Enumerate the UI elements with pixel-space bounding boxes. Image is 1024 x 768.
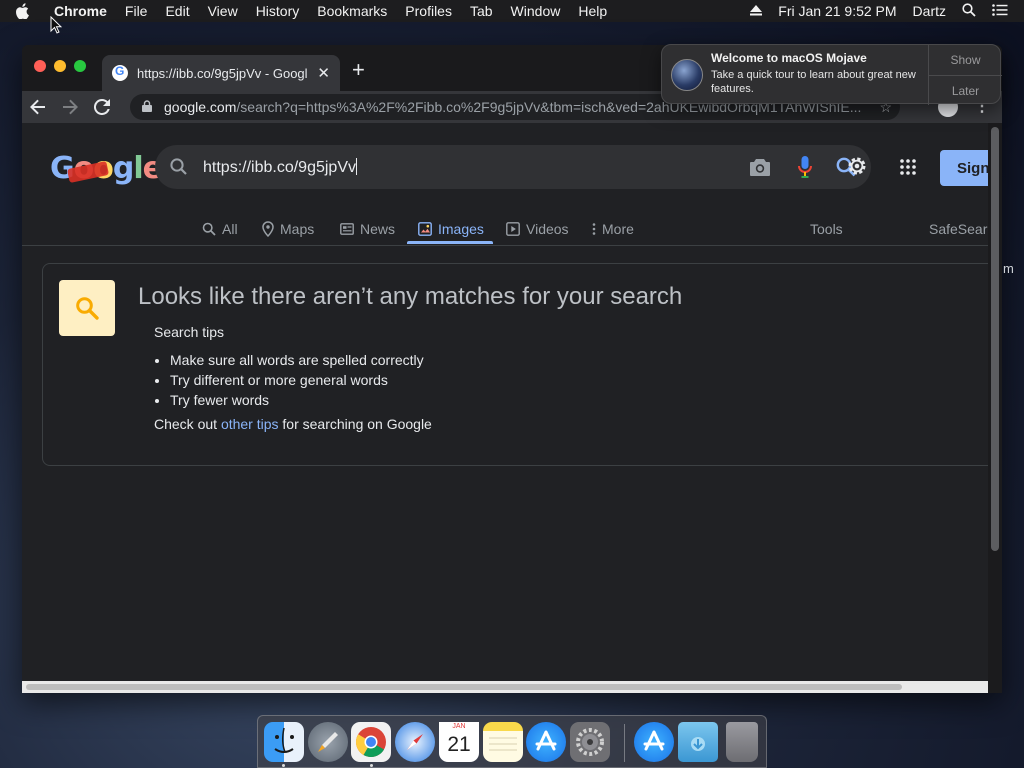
menu-profiles[interactable]: Profiles	[396, 0, 461, 22]
tab-more-label: More	[602, 221, 634, 237]
url-host: google.com	[164, 99, 237, 115]
system-preferences-icon[interactable]	[570, 722, 610, 762]
dock: JAN 21	[257, 715, 767, 768]
tab-all-label: All	[222, 221, 238, 237]
minimize-window-button[interactable]	[54, 60, 66, 72]
vertical-scrollbar[interactable]	[988, 123, 1002, 693]
image-icon	[418, 222, 432, 236]
notification-later-button[interactable]: Later	[929, 75, 1002, 105]
active-tab-indicator	[407, 241, 493, 244]
sign-in-button[interactable]: Sign	[940, 150, 988, 186]
menu-user[interactable]: Dartz	[905, 3, 954, 19]
search-tip-item: Make sure all words are spelled correctl…	[170, 350, 424, 370]
reload-button[interactable]	[86, 91, 118, 123]
forward-button[interactable]	[54, 91, 86, 123]
zoom-window-button[interactable]	[74, 60, 86, 72]
tab-videos[interactable]: Videos	[506, 213, 569, 245]
menu-bar: Chrome File Edit View History Bookmarks …	[0, 0, 1024, 22]
menu-bookmarks[interactable]: Bookmarks	[308, 0, 396, 22]
map-pin-icon	[262, 221, 274, 237]
window-controls	[34, 60, 86, 72]
app-store-icon[interactable]	[526, 722, 566, 762]
other-tips-link[interactable]: other tips	[221, 416, 279, 432]
menu-help[interactable]: Help	[569, 0, 616, 22]
google-logo[interactable]: Google	[50, 151, 163, 186]
search-by-image-camera-icon[interactable]	[749, 157, 771, 182]
apple-menu-icon[interactable]	[0, 3, 46, 19]
menu-history[interactable]: History	[247, 0, 309, 22]
menu-edit[interactable]: Edit	[156, 0, 198, 22]
app-store-download-icon[interactable]	[634, 722, 674, 762]
macos-mojave-icon	[671, 59, 703, 91]
notification-body: Take a quick tour to learn about great n…	[711, 69, 916, 95]
google-favicon-icon	[112, 64, 128, 81]
search-input[interactable]: https://ibb.co/9g5jpVv	[155, 145, 871, 189]
background-window-text: m	[1003, 261, 1014, 276]
menu-window[interactable]: Window	[502, 0, 570, 22]
check-out-tips-text: Check out other tips for searching on Go…	[154, 416, 432, 432]
notification-show-button[interactable]: Show	[929, 45, 1002, 75]
voice-search-mic-icon[interactable]	[797, 155, 813, 184]
horizontal-scrollbar[interactable]	[22, 681, 988, 693]
newspaper-icon	[340, 223, 354, 235]
spotlight-search-icon[interactable]	[954, 2, 984, 20]
search-tips-title: Search tips	[154, 324, 225, 340]
new-tab-button[interactable]: +	[352, 59, 365, 81]
menu-tab[interactable]: Tab	[461, 0, 502, 22]
browser-tab-active[interactable]: https://ibb.co/9g5jpVv - Googl ✕	[102, 55, 340, 91]
more-vertical-icon	[592, 223, 596, 235]
safari-icon[interactable]	[395, 722, 435, 762]
tab-close-icon[interactable]: ✕	[317, 64, 330, 82]
tab-all[interactable]: All	[202, 213, 238, 245]
eject-icon[interactable]	[742, 3, 770, 19]
chrome-icon[interactable]	[351, 722, 391, 762]
back-button[interactable]	[22, 91, 54, 123]
search-magnifier-icon	[76, 297, 99, 320]
downloads-folder-icon[interactable]	[678, 722, 718, 762]
trash-icon[interactable]	[726, 722, 758, 762]
no-results-card: Looks like there aren’t any matches for …	[42, 263, 988, 466]
tab-title: https://ibb.co/9g5jpVv - Googl	[137, 65, 308, 81]
no-results-illustration	[59, 280, 115, 336]
notification-title: Welcome to macOS Mojave	[711, 51, 867, 65]
safesearch-label: SafeSearch	[929, 221, 988, 237]
settings-gear-icon[interactable]	[846, 155, 868, 182]
tab-images-label: Images	[438, 221, 484, 237]
mojave-welcome-notification[interactable]: Welcome to macOS Mojave Take a quick tou…	[661, 44, 1002, 105]
tools-label: Tools	[810, 221, 843, 237]
mouse-cursor-icon	[50, 15, 63, 39]
video-icon	[506, 222, 520, 236]
search-tip-item: Try different or more general words	[170, 370, 424, 390]
finder-icon[interactable]	[264, 722, 304, 762]
launchpad-icon[interactable]	[308, 722, 348, 762]
menu-view[interactable]: View	[199, 0, 247, 22]
tab-news[interactable]: News	[340, 213, 395, 245]
notes-icon[interactable]	[483, 722, 523, 762]
search-icon	[202, 222, 216, 236]
safesearch-button[interactable]: SafeSearch	[929, 213, 988, 245]
menu-clock[interactable]: Fri Jan 21 9:52 PM	[770, 3, 904, 19]
no-results-headline: Looks like there aren’t any matches for …	[138, 283, 683, 310]
tab-videos-label: Videos	[526, 221, 569, 237]
search-type-tabs: All Maps News Images Videos More Tools S…	[22, 213, 988, 245]
menu-file[interactable]: File	[116, 0, 157, 22]
chrome-window: https://ibb.co/9g5jpVv - Googl ✕ + googl…	[22, 45, 1002, 693]
search-tip-item: Try fewer words	[170, 390, 424, 410]
tab-maps[interactable]: Maps	[262, 213, 314, 245]
notification-center-icon[interactable]	[984, 3, 1016, 19]
tabs-divider	[22, 245, 988, 246]
close-window-button[interactable]	[34, 60, 46, 72]
lock-icon[interactable]	[142, 99, 154, 115]
google-results-page: Google https://ibb.co/9g5jpVv	[22, 123, 988, 683]
tab-maps-label: Maps	[280, 221, 315, 237]
tools-button[interactable]: Tools	[810, 213, 843, 245]
tab-more[interactable]: More	[592, 213, 634, 245]
dock-separator	[624, 724, 625, 762]
tab-news-label: News	[360, 221, 396, 237]
calendar-icon[interactable]: JAN 21	[439, 722, 479, 762]
google-apps-grid-icon[interactable]	[900, 159, 916, 180]
search-tips-list: Make sure all words are spelled correctl…	[170, 350, 424, 410]
search-query-field[interactable]: https://ibb.co/9g5jpVv	[203, 158, 357, 177]
search-icon	[169, 157, 189, 182]
